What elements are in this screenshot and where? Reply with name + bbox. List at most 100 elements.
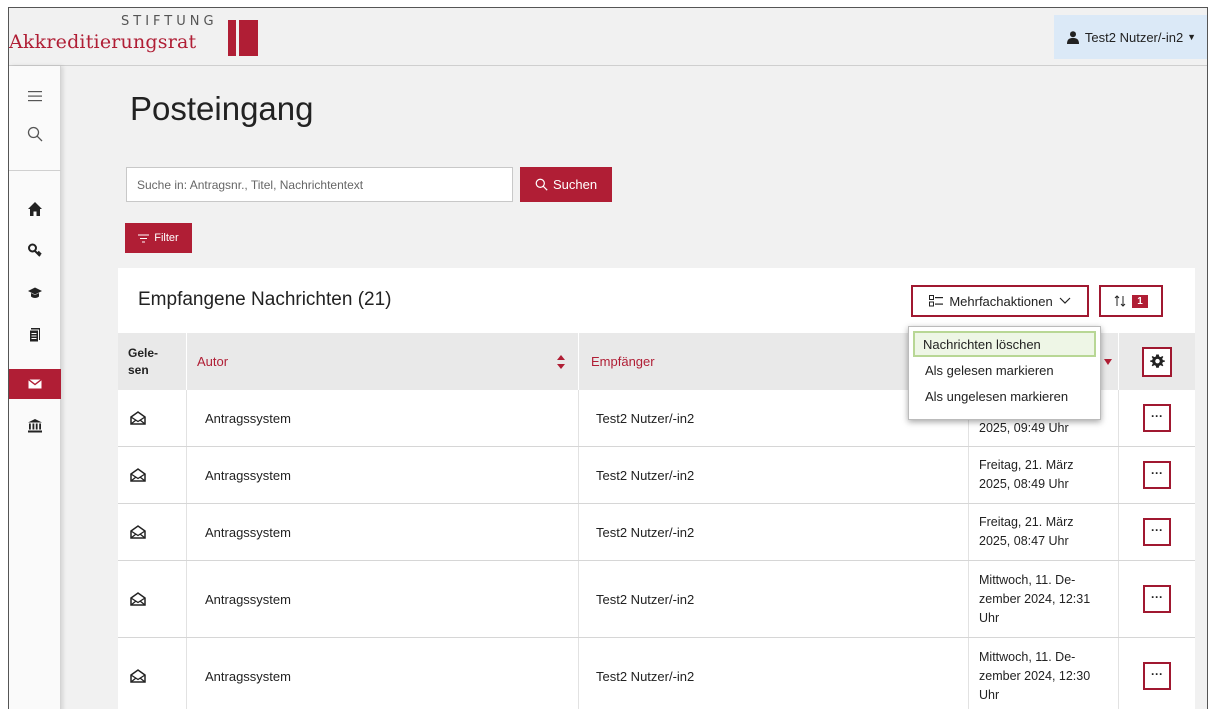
sort-desc-icon <box>1104 359 1112 365</box>
sort-count-badge: 1 <box>1132 294 1148 308</box>
envelope-open-icon <box>130 468 146 482</box>
filter-button-label: Filter <box>154 232 179 244</box>
mail-icon <box>28 378 42 389</box>
sidebar <box>9 66 61 709</box>
envelope-open-icon <box>130 669 146 683</box>
recipient-cell: Test2 Nutzer/-in2 <box>578 447 968 503</box>
menu-item-mark-read[interactable]: Als gelesen markieren <box>913 357 1096 383</box>
actions-cell: ··· <box>1118 504 1195 560</box>
envelope-open-icon <box>130 592 146 606</box>
row-actions-button[interactable]: ··· <box>1143 404 1171 432</box>
table-row[interactable]: Antragssystem Test2 Nutzer/-in2 Freitag,… <box>118 504 1195 561</box>
read-status-cell <box>118 561 186 637</box>
sidebar-item-institution[interactable] <box>9 411 61 441</box>
sidebar-item-studies[interactable] <box>9 278 61 308</box>
menu-icon <box>28 91 42 102</box>
actions-cell: ··· <box>1118 447 1195 503</box>
bulk-actions-menu: Nachrichten löschen Als gelesen markiere… <box>908 326 1101 420</box>
recipient-cell: Test2 Nutzer/-in2 <box>578 504 968 560</box>
row-actions-button[interactable]: ··· <box>1143 585 1171 613</box>
recipient-cell: Test2 Nutzer/-in2 <box>578 561 968 637</box>
date-cell: Mittwoch, 11. De- zember 2024, 12:30 Uhr <box>968 638 1118 709</box>
brand-top: STIFTUNG <box>121 14 218 29</box>
date-text: Freitag, 21. März 2025, 08:49 Uhr <box>979 458 1074 491</box>
keys-icon <box>28 243 42 257</box>
read-status-cell <box>118 638 186 709</box>
page-title: Posteingang <box>130 90 314 127</box>
sidebar-divider <box>9 170 61 171</box>
row-actions-button[interactable]: ··· <box>1143 518 1171 546</box>
actions-cell: ··· <box>1118 390 1195 446</box>
sidebar-item-keys[interactable] <box>9 236 61 266</box>
sort-button[interactable]: 1 <box>1099 285 1163 317</box>
read-status-cell <box>118 447 186 503</box>
panel-title: Empfangene Nachrichten (21) <box>138 289 392 310</box>
user-menu-button[interactable]: Test2 Nutzer/-in2 ▼ <box>1054 15 1207 59</box>
bulk-actions-label: Mehrfachaktionen <box>949 293 1053 309</box>
search-button-label: Suchen <box>552 177 598 192</box>
filter-button[interactable]: Filter <box>125 223 192 253</box>
sidebar-item-mail[interactable] <box>9 369 61 399</box>
brand-logo[interactable]: STIFTUNG Akkreditierungsrat <box>9 14 269 60</box>
table-row[interactable]: Antragssystem Test2 Nutzer/-in2 Mittwoch… <box>118 561 1195 638</box>
gear-icon <box>1149 354 1165 368</box>
column-header-settings <box>1118 333 1195 390</box>
chevron-down-icon: ▼ <box>1187 32 1197 42</box>
column-header-label: Gele- sen <box>128 345 159 377</box>
menu-button[interactable] <box>9 81 61 111</box>
date-cell: Mittwoch, 11. De- zember 2024, 12:31 Uhr <box>968 561 1118 637</box>
sidebar-item-home[interactable] <box>9 194 61 224</box>
app-window: STIFTUNG Akkreditierungsrat Test2 Nutzer… <box>8 7 1208 709</box>
read-status-cell <box>118 390 186 446</box>
column-header-gelesen: Gele- sen <box>118 333 186 390</box>
envelope-open-icon <box>130 525 146 539</box>
author-cell: Antragssystem <box>186 504 578 560</box>
date-cell: Freitag, 21. März 2025, 08:47 Uhr <box>968 504 1118 560</box>
author-cell: Antragssystem <box>186 638 578 709</box>
search-input[interactable] <box>126 167 513 202</box>
user-name: Test2 Nutzer/-in2 <box>1084 29 1184 45</box>
date-cell: Freitag, 21. März 2025, 08:49 Uhr <box>968 447 1118 503</box>
search-icon <box>27 126 43 142</box>
actions-cell: ··· <box>1118 638 1195 709</box>
envelope-open-icon <box>130 411 146 425</box>
chevron-down-icon <box>1059 297 1071 304</box>
sidebar-item-documents[interactable] <box>9 320 61 350</box>
bulk-actions-button[interactable]: Mehrfachaktionen <box>911 285 1089 317</box>
row-actions-button[interactable]: ··· <box>1143 461 1171 489</box>
actions-cell: ··· <box>1118 561 1195 637</box>
row-actions-button[interactable]: ··· <box>1143 662 1171 690</box>
date-text: 2025, 09:49 Uhr <box>979 421 1069 435</box>
logo-mark <box>228 20 236 56</box>
search-button[interactable]: Suchen <box>520 167 612 202</box>
date-text: Mittwoch, 11. De- zember 2024, 12:30 Uhr <box>979 649 1091 702</box>
brand-name: Akkreditierungsrat <box>9 31 197 53</box>
column-header-label: Empfänger <box>591 354 655 369</box>
author-cell: Antragssystem <box>186 447 578 503</box>
institution-icon <box>28 419 42 433</box>
checklist-icon <box>929 295 944 307</box>
table-settings-button[interactable] <box>1142 346 1172 377</box>
table-row[interactable]: Antragssystem Test2 Nutzer/-in2 Freitag,… <box>118 447 1195 504</box>
date-text: Freitag, 21. März 2025, 08:47 Uhr <box>979 515 1074 548</box>
author-cell: Antragssystem <box>186 390 578 446</box>
sort-arrows-icon <box>557 355 565 369</box>
author-cell: Antragssystem <box>186 561 578 637</box>
filter-icon <box>138 234 150 242</box>
read-status-cell <box>118 504 186 560</box>
search-icon <box>535 178 548 191</box>
logo-mark <box>239 20 258 56</box>
sidebar-search-button[interactable] <box>9 119 61 149</box>
sort-icon <box>1114 295 1126 307</box>
user-icon <box>1066 30 1079 44</box>
documents-icon <box>29 328 40 343</box>
recipient-cell: Test2 Nutzer/-in2 <box>578 638 968 709</box>
menu-item-delete-messages[interactable]: Nachrichten löschen <box>913 331 1096 357</box>
menu-item-mark-unread[interactable]: Als ungelesen markieren <box>913 383 1096 409</box>
date-text: Mittwoch, 11. De- zember 2024, 12:31 Uhr <box>979 572 1091 625</box>
home-icon <box>28 202 42 216</box>
graduation-cap-icon <box>28 287 42 298</box>
column-header-autor[interactable]: Autor <box>186 333 578 390</box>
table-row[interactable]: Antragssystem Test2 Nutzer/-in2 Mittwoch… <box>118 638 1195 709</box>
column-header-label: Autor <box>197 354 229 369</box>
